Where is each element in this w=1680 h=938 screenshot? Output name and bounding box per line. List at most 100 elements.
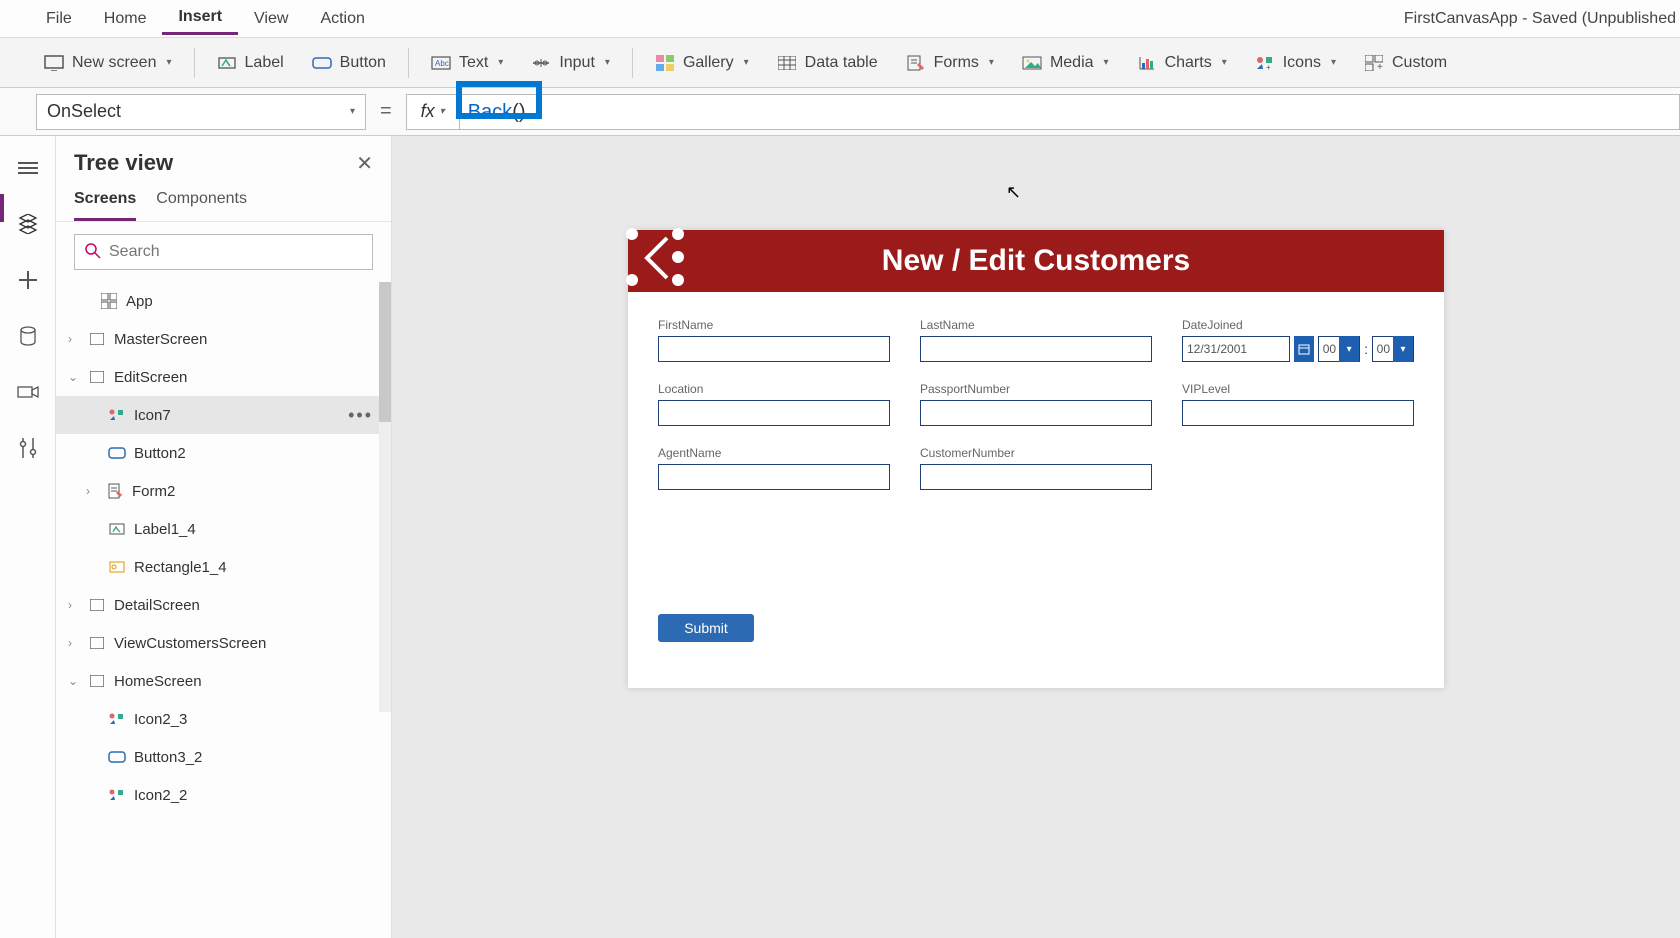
selection-handle[interactable]	[626, 274, 638, 286]
chevron-down-icon: ▾	[605, 57, 610, 68]
tab-components[interactable]: Components	[156, 184, 247, 221]
button-button[interactable]: Button	[298, 48, 400, 78]
chevron-down-icon[interactable]: ⌄	[68, 674, 80, 688]
hour-select[interactable]: 00▾	[1318, 336, 1360, 362]
tree-node-button2[interactable]: Button2	[56, 434, 391, 472]
tree-label: Icon7	[134, 407, 171, 424]
formula-input[interactable]: Back()	[460, 94, 1680, 130]
submit-button[interactable]: Submit	[658, 614, 754, 642]
chevron-down-icon[interactable]: ⌄	[68, 370, 80, 384]
tree-search-input[interactable]	[109, 243, 362, 261]
date-input[interactable]: 12/31/2001	[1182, 336, 1290, 362]
main-area: Tree view ✕ Screens Components App › Mas…	[0, 136, 1680, 938]
property-name: OnSelect	[47, 101, 121, 122]
charts-label: Charts	[1165, 54, 1212, 72]
selection-handle[interactable]	[672, 251, 684, 263]
tree-node-button3-2[interactable]: Button3_2	[56, 738, 391, 776]
tab-screens[interactable]: Screens	[74, 184, 136, 221]
icons-button[interactable]: + Icons ▾	[1241, 48, 1350, 78]
tree-node-icon7[interactable]: Icon7 •••	[56, 396, 391, 434]
icons-icon: +	[1255, 54, 1275, 72]
firstname-input[interactable]	[658, 336, 890, 362]
tree-node-icon2-3[interactable]: Icon2_3	[56, 700, 391, 738]
rectangle-icon	[108, 558, 126, 576]
tree-node-detailscreen[interactable]: › DetailScreen	[56, 586, 391, 624]
media-rail-icon[interactable]	[14, 378, 42, 406]
forms-button[interactable]: Forms ▾	[892, 48, 1008, 78]
lastname-input[interactable]	[920, 336, 1152, 362]
chevron-right-icon[interactable]: ›	[68, 598, 80, 612]
label-icon	[108, 520, 126, 538]
time-separator: :	[1364, 341, 1368, 357]
control-icon	[108, 710, 126, 728]
location-input[interactable]	[658, 400, 890, 426]
tree-view-icon[interactable]	[14, 210, 42, 238]
back-icon-selected[interactable]	[628, 230, 682, 284]
tree-tabs: Screens Components	[56, 180, 391, 222]
menu-view[interactable]: View	[238, 4, 304, 34]
tree-scrollbar[interactable]	[379, 282, 391, 712]
customernumber-input[interactable]	[920, 464, 1152, 490]
cursor-icon: ↖	[1006, 182, 1021, 203]
tree-node-app[interactable]: App	[56, 282, 391, 320]
tree-node-masterscreen[interactable]: › MasterScreen	[56, 320, 391, 358]
label-button[interactable]: Label	[203, 48, 298, 78]
chevron-right-icon[interactable]: ›	[68, 636, 80, 650]
canvas-app[interactable]: New / Edit Customers FirstName LastName …	[628, 230, 1444, 688]
property-selector[interactable]: OnSelect ▾	[36, 94, 366, 130]
custom-button[interactable]: + Custom	[1350, 48, 1461, 78]
menu-home[interactable]: Home	[88, 4, 163, 34]
text-button[interactable]: Abc Text ▾	[417, 48, 517, 78]
selection-handle[interactable]	[672, 228, 684, 240]
forms-icon	[906, 54, 926, 72]
tree-node-viewcustomersscreen[interactable]: › ViewCustomersScreen	[56, 624, 391, 662]
formula-parens: ()	[512, 101, 525, 123]
fx-button[interactable]: fx ▾	[406, 94, 460, 130]
tree-node-icon2-2[interactable]: Icon2_2	[56, 776, 391, 814]
datatable-button[interactable]: Data table	[763, 48, 892, 78]
gallery-icon	[655, 54, 675, 72]
menu-insert[interactable]: Insert	[162, 2, 238, 35]
menu-file[interactable]: File	[30, 4, 88, 34]
new-screen-button[interactable]: New screen ▾	[30, 48, 186, 78]
hamburger-icon[interactable]	[14, 154, 42, 182]
media-button[interactable]: Media ▾	[1008, 48, 1123, 78]
button-icon	[108, 748, 126, 766]
charts-button[interactable]: Charts ▾	[1123, 48, 1241, 78]
tree-scrollbar-thumb[interactable]	[379, 282, 391, 422]
passport-input[interactable]	[920, 400, 1152, 426]
tree-label: MasterScreen	[114, 331, 207, 348]
selection-handle[interactable]	[672, 274, 684, 286]
tree-node-homescreen[interactable]: ⌄ HomeScreen	[56, 662, 391, 700]
tree-label: Button3_2	[134, 749, 202, 766]
data-icon[interactable]	[14, 322, 42, 350]
tree-node-label1-4[interactable]: Label1_4	[56, 510, 391, 548]
menu-action[interactable]: Action	[304, 4, 380, 34]
tree-search[interactable]	[74, 234, 373, 270]
insert-icon[interactable]	[14, 266, 42, 294]
media-icon	[1022, 54, 1042, 72]
ribbon-separator	[408, 48, 409, 78]
agentname-input[interactable]	[658, 464, 890, 490]
chevron-right-icon[interactable]: ›	[86, 484, 98, 498]
fx-label: fx	[421, 101, 435, 122]
minute-select[interactable]: 00▾	[1372, 336, 1414, 362]
menubar: File Home Insert View Action FirstCanvas…	[0, 0, 1680, 38]
app-title: FirstCanvasApp - Saved (Unpublished	[1404, 10, 1680, 28]
form-title: New / Edit Customers	[882, 244, 1190, 278]
calendar-icon[interactable]	[1294, 336, 1314, 362]
tree-node-editscreen[interactable]: ⌄ EditScreen	[56, 358, 391, 396]
field-label: Location	[658, 382, 890, 396]
close-icon[interactable]: ✕	[356, 151, 373, 176]
gallery-button[interactable]: Gallery ▾	[641, 48, 763, 78]
chevron-right-icon[interactable]: ›	[68, 332, 80, 346]
more-icon[interactable]: •••	[348, 405, 373, 426]
tree-node-rectangle1-4[interactable]: Rectangle1_4	[56, 548, 391, 586]
control-icon	[108, 786, 126, 804]
tree-node-form2[interactable]: › Form2	[56, 472, 391, 510]
input-button[interactable]: Input ▾	[517, 48, 624, 78]
selection-handle[interactable]	[626, 228, 638, 240]
formula-text: Back()	[468, 99, 526, 124]
viplevel-input[interactable]	[1182, 400, 1414, 426]
advanced-tools-icon[interactable]	[14, 434, 42, 462]
